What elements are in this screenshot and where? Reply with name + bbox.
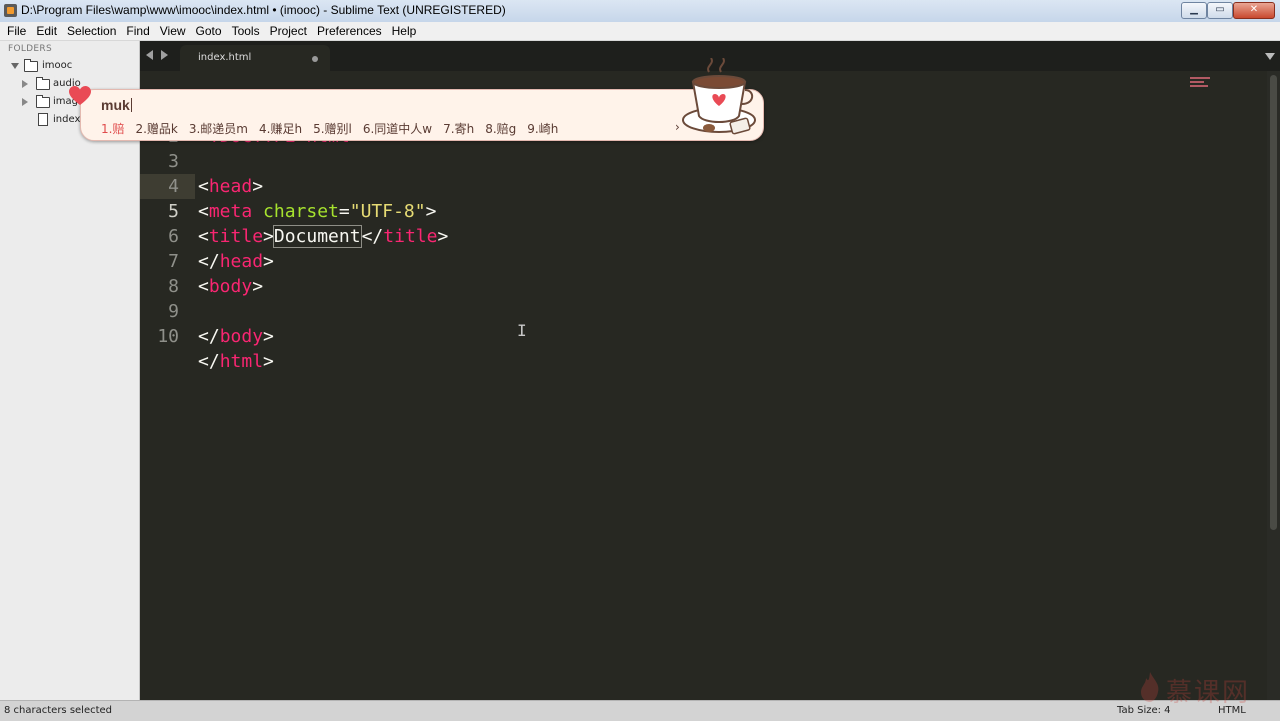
ibeam-cursor-icon: I bbox=[517, 321, 527, 340]
tab-size-button[interactable]: Tab Size: 4 bbox=[1117, 705, 1171, 716]
menu-bar: File Edit Selection Find View Goto Tools Projec… bbox=[0, 22, 1280, 41]
folder-icon bbox=[36, 77, 50, 90]
chevron-down-icon[interactable] bbox=[11, 63, 19, 69]
tag-bracket: > bbox=[263, 326, 274, 347]
ime-candidate[interactable]: 5.赠别l bbox=[313, 120, 352, 137]
nav-left-icon[interactable] bbox=[146, 50, 153, 60]
folders-heading: FOLDERS bbox=[8, 44, 52, 54]
code-editor[interactable]: 1 <!DOCTYPE html> 2 3 <head> 4 <meta cha… bbox=[140, 71, 1267, 700]
menu-file[interactable]: File bbox=[0, 22, 31, 40]
menu-tools[interactable]: Tools bbox=[227, 22, 265, 40]
tab-label: index.html bbox=[198, 52, 252, 63]
menu-project[interactable]: Project bbox=[265, 22, 312, 40]
menu-find[interactable]: Find bbox=[121, 22, 154, 40]
tab-dropdown-icon[interactable] bbox=[1265, 53, 1275, 60]
tag-bracket: > bbox=[263, 351, 274, 372]
coffee-cup-icon bbox=[682, 58, 756, 135]
nav-right-icon[interactable] bbox=[161, 50, 168, 60]
tag-name: body bbox=[219, 326, 264, 347]
ime-candidate[interactable]: 3.邮递员m bbox=[189, 120, 248, 137]
watermark-text: 慕课网 bbox=[1166, 678, 1251, 708]
tag-bracket: </ bbox=[198, 351, 220, 372]
menu-help[interactable]: Help bbox=[387, 22, 422, 40]
ime-pinyin: muk bbox=[101, 97, 130, 113]
ime-candidate[interactable]: 6.同道中人w bbox=[363, 120, 432, 137]
chevron-right-icon[interactable] bbox=[22, 80, 28, 88]
folder-icon bbox=[36, 95, 50, 108]
unsaved-dot-icon[interactable] bbox=[312, 56, 318, 62]
code-line[interactable]: 6 </head> bbox=[140, 199, 1240, 272]
file-icon bbox=[38, 113, 48, 126]
menu-view[interactable]: View bbox=[155, 22, 191, 40]
code-line[interactable]: 4 <meta charset="UTF-8"> bbox=[140, 149, 1240, 222]
close-button[interactable]: ✕ bbox=[1233, 2, 1275, 19]
ime-candidate[interactable]: 4.赚足h bbox=[259, 120, 302, 137]
ime-candidate-popup: muk 1.赔 2.赠品k 3.邮递员m 4.赚足h 5.赠别l 6.同道中人w 7.寄h 8… bbox=[69, 58, 764, 141]
chevron-right-icon[interactable] bbox=[22, 98, 28, 106]
ime-caret bbox=[130, 98, 132, 112]
tag-bracket: </ bbox=[198, 326, 220, 347]
menu-edit[interactable]: Edit bbox=[31, 22, 62, 40]
code-line[interactable]: 7 <body> bbox=[140, 224, 1240, 297]
flame-logo-icon bbox=[1141, 672, 1159, 702]
scrollbar-thumb[interactable] bbox=[1270, 75, 1277, 530]
ime-candidate[interactable]: 7.寄h bbox=[443, 120, 474, 137]
vertical-scrollbar[interactable] bbox=[1267, 71, 1280, 700]
status-bar: 8 characters selected Tab Size: 4 HTML bbox=[0, 700, 1280, 721]
ime-candidate-list: 1.赔 2.赠品k 3.邮递员m 4.赚足h 5.赠别l 6.同道中人w 7.寄h 8.赔g 9… bbox=[101, 120, 569, 137]
window-title: D:\Program Files\wamp\www\imooc\index.ht… bbox=[21, 3, 506, 17]
code-line[interactable]: 10 </html> bbox=[140, 299, 1240, 372]
sublime-app-icon[interactable] bbox=[4, 4, 17, 17]
title-bar: D:\Program Files\wamp\www\imooc\index.ht… bbox=[0, 0, 1280, 23]
folder-open-icon bbox=[24, 59, 38, 72]
line-content: </html> bbox=[198, 349, 274, 374]
sidebar-item-label: imooc bbox=[42, 60, 73, 71]
tag-name: html bbox=[219, 351, 264, 372]
line-content: </body> bbox=[198, 324, 274, 349]
minimize-button[interactable]: ▁ bbox=[1181, 2, 1207, 19]
maximize-button[interactable]: ▭ bbox=[1207, 2, 1233, 19]
ime-composition-text: muk bbox=[101, 97, 132, 113]
menu-selection[interactable]: Selection bbox=[62, 22, 121, 40]
code-line[interactable]: 8 bbox=[140, 249, 1240, 297]
heart-icon bbox=[69, 86, 91, 105]
line-number: 10 bbox=[157, 326, 179, 347]
selection-status: 8 characters selected bbox=[4, 705, 113, 716]
sidebar-item-imooc[interactable]: imooc bbox=[0, 57, 139, 74]
ime-candidate[interactable]: 1.赔 bbox=[101, 120, 124, 137]
menu-preferences[interactable]: Preferences bbox=[312, 22, 387, 40]
code-line-current[interactable]: 5 <title>Document</title> bbox=[140, 174, 1240, 248]
ime-candidate[interactable]: 2.赠品k bbox=[135, 120, 177, 137]
menu-goto[interactable]: Goto bbox=[191, 22, 227, 40]
code-line[interactable]: 9 </body> bbox=[140, 274, 1240, 347]
tab-index-html[interactable]: index.html bbox=[180, 45, 330, 71]
ime-candidate[interactable]: 9.崎h bbox=[527, 120, 558, 137]
minimap[interactable] bbox=[1190, 77, 1212, 91]
ime-candidate[interactable]: 8.赔g bbox=[485, 120, 516, 137]
